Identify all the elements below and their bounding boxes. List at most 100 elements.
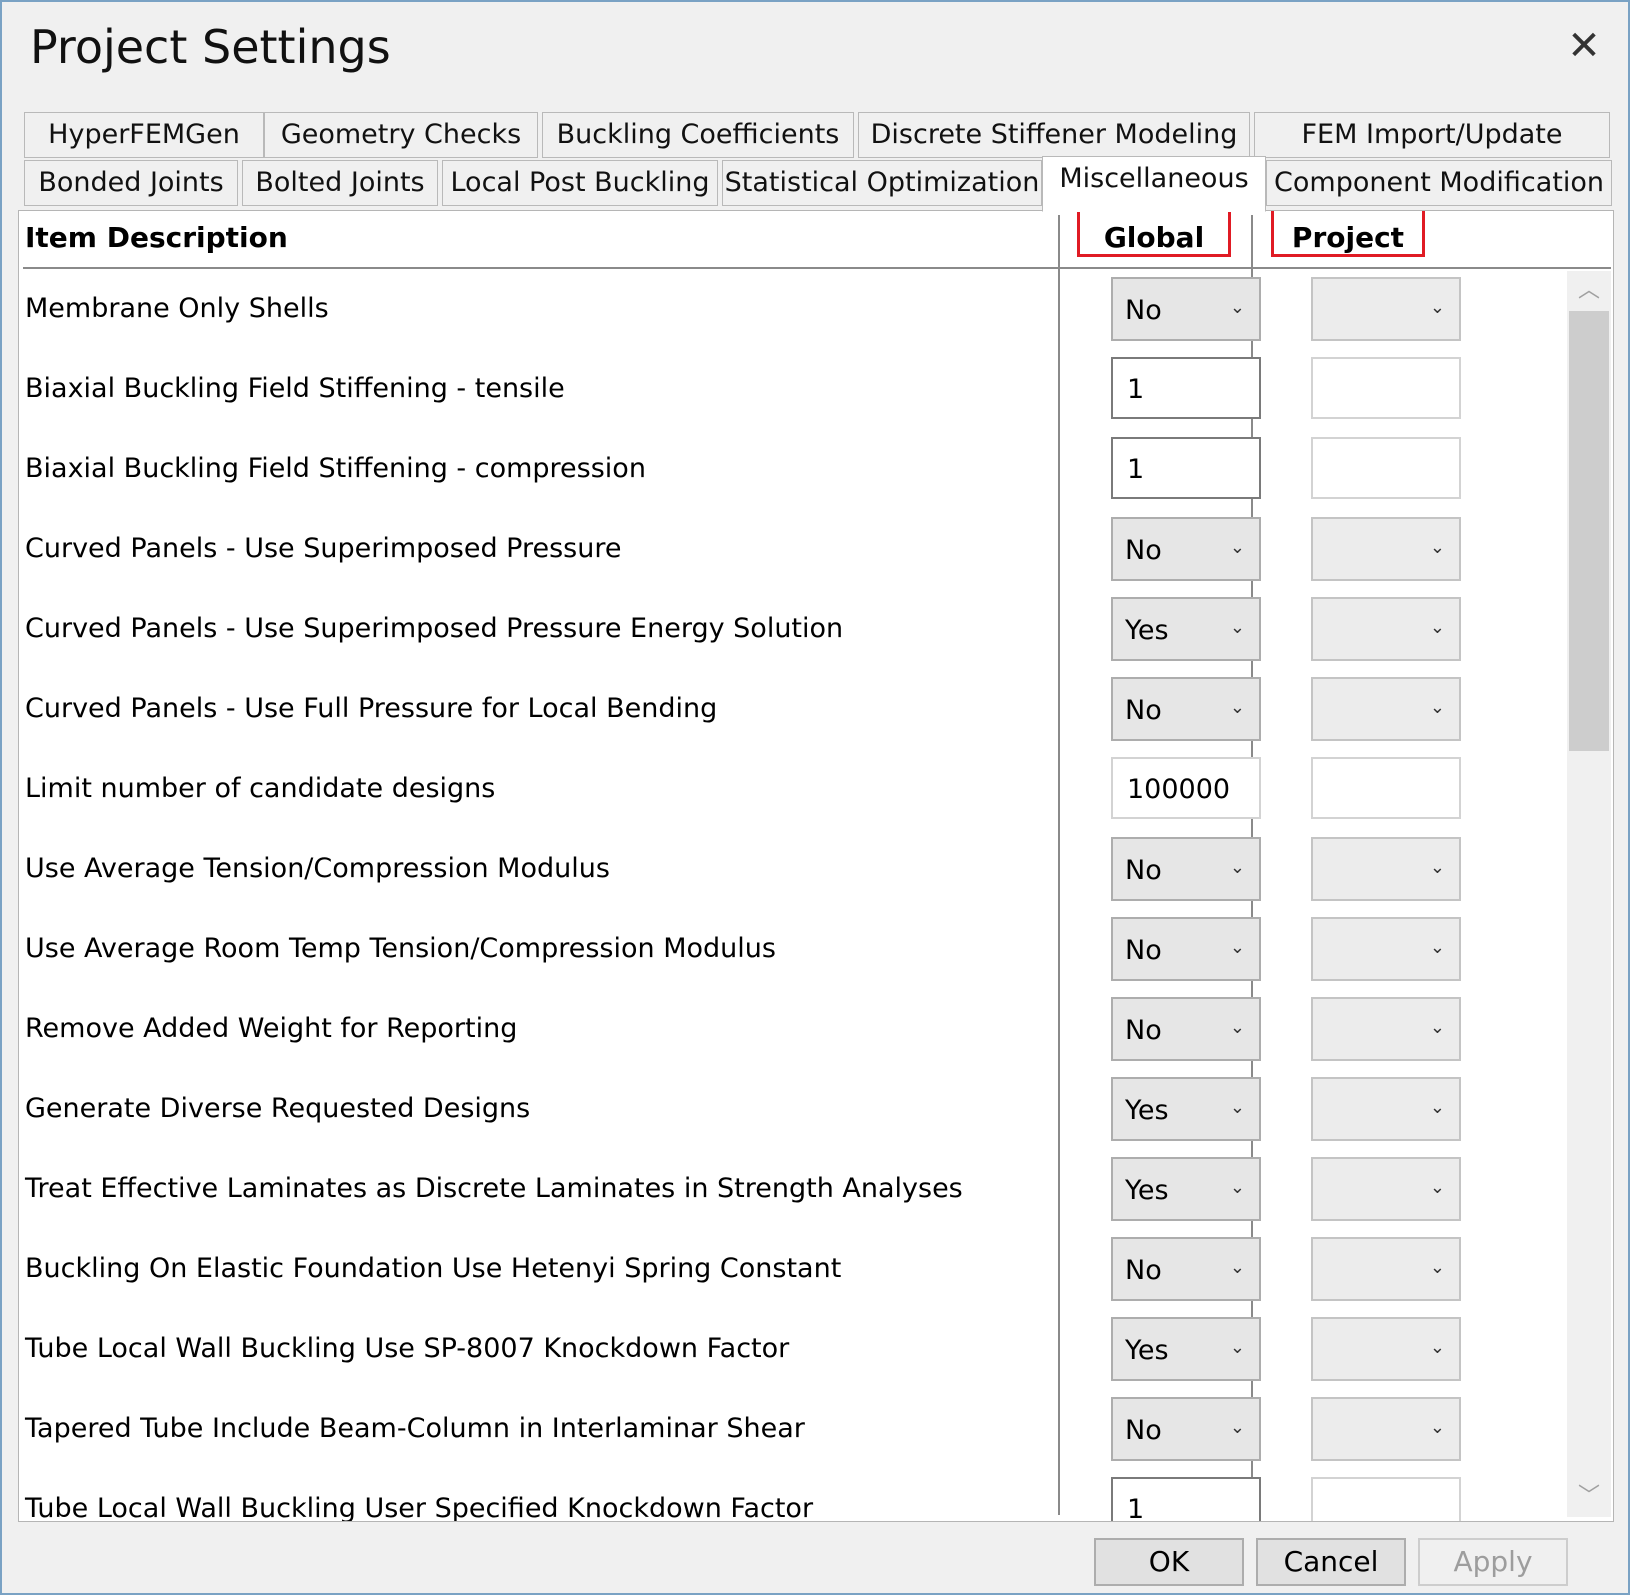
row-label: Remove Added Weight for Reporting [25,1013,518,1044]
chevron-down-icon: ⌄ [1229,1417,1245,1438]
global-text-field[interactable]: 1 [1111,1477,1261,1521]
project-dropdown[interactable]: ⌄ [1311,277,1461,341]
settings-row: Tube Local Wall Buckling User Specified … [19,1469,1559,1522]
chevron-down-icon: ⌄ [1429,1257,1445,1278]
chevron-down-icon: ⌄ [1229,1177,1245,1198]
vertical-scrollbar[interactable]: ︿ ﹀ [1567,271,1611,1517]
chevron-down-icon: ⌄ [1429,297,1445,318]
row-label: Membrane Only Shells [25,293,329,324]
ok-button[interactable]: OK [1094,1538,1244,1586]
chevron-down-icon: ⌄ [1229,697,1245,718]
tab-geometry-checks[interactable]: Geometry Checks [264,112,538,158]
row-label: Use Average Tension/Compression Modulus [25,853,610,884]
project-dropdown[interactable]: ⌄ [1311,837,1461,901]
global-dropdown[interactable]: No ⌄ [1111,837,1261,901]
chevron-down-icon: ⌄ [1229,537,1245,558]
global-dropdown[interactable]: No ⌄ [1111,277,1261,341]
global-dropdown[interactable]: Yes ⌄ [1111,1317,1261,1381]
settings-panel: Item Description Global Project Membrane… [18,210,1614,1522]
tab-fem-import-update[interactable]: FEM Import/Update [1254,112,1610,158]
project-dropdown[interactable]: ⌄ [1311,677,1461,741]
global-dropdown[interactable]: No ⌄ [1111,1397,1261,1461]
global-dropdown[interactable]: No ⌄ [1111,997,1261,1061]
global-dropdown[interactable]: No ⌄ [1111,517,1261,581]
tab-bolted-joints[interactable]: Bolted Joints [242,160,438,206]
project-dropdown[interactable]: ⌄ [1311,517,1461,581]
row-label: Buckling On Elastic Foundation Use Heten… [25,1253,842,1284]
tab-miscellaneous[interactable]: Miscellaneous [1042,156,1266,212]
chevron-down-icon: ⌄ [1429,937,1445,958]
global-text-value: 1 [1127,374,1145,405]
settings-row: Membrane Only Shells No ⌄ ⌄ [19,269,1559,349]
global-dropdown-value: No [1125,935,1162,966]
project-dropdown[interactable]: ⌄ [1311,1077,1461,1141]
chevron-down-icon: ⌄ [1429,1097,1445,1118]
settings-row: Generate Diverse Requested Designs Yes ⌄ ⌄ [19,1069,1559,1149]
row-label: Tube Local Wall Buckling User Specified … [25,1493,814,1522]
global-dropdown-value: No [1125,695,1162,726]
global-text-field[interactable]: 1 [1111,437,1261,499]
chevron-down-icon: ⌄ [1429,537,1445,558]
project-dropdown[interactable]: ⌄ [1311,597,1461,661]
global-dropdown-value: Yes [1125,1335,1169,1366]
row-label: Use Average Room Temp Tension/Compressio… [25,933,776,964]
project-text-field[interactable] [1311,757,1461,819]
global-dropdown[interactable]: No ⌄ [1111,917,1261,981]
cancel-button[interactable]: Cancel [1256,1538,1406,1586]
chevron-down-icon: ⌄ [1229,1097,1245,1118]
project-dropdown[interactable]: ⌄ [1311,1397,1461,1461]
global-dropdown[interactable]: No ⌄ [1111,1237,1261,1301]
settings-row: Tube Local Wall Buckling Use SP-8007 Kno… [19,1309,1559,1389]
tab-local-post-buckling[interactable]: Local Post Buckling [442,160,718,206]
project-text-field[interactable] [1311,437,1461,499]
scrollbar-thumb[interactable] [1569,311,1609,751]
chevron-up-icon[interactable]: ︿ [1567,271,1611,311]
settings-row: Remove Added Weight for Reporting No ⌄ ⌄ [19,989,1559,1069]
chevron-down-icon: ⌄ [1429,1177,1445,1198]
global-dropdown[interactable]: Yes ⌄ [1111,1077,1261,1141]
settings-row: Use Average Room Temp Tension/Compressio… [19,909,1559,989]
tab-buckling-coefficients[interactable]: Buckling Coefficients [542,112,854,158]
tab-statistical-optimization[interactable]: Statistical Optimization [722,160,1042,206]
chevron-down-icon[interactable]: ﹀ [1567,1477,1611,1517]
chevron-down-icon: ⌄ [1429,1417,1445,1438]
chevron-down-icon: ⌄ [1429,857,1445,878]
global-dropdown[interactable]: Yes ⌄ [1111,1157,1261,1221]
global-text-value: 100000 [1127,774,1231,805]
column-header-description: Item Description [25,221,288,254]
chevron-down-icon: ⌄ [1429,1017,1445,1038]
chevron-down-icon: ⌄ [1229,1337,1245,1358]
global-dropdown[interactable]: No ⌄ [1111,677,1261,741]
project-dropdown[interactable]: ⌄ [1311,1237,1461,1301]
global-text-field[interactable]: 1 [1111,357,1261,419]
row-label: Biaxial Buckling Field Stiffening - tens… [25,373,565,404]
global-dropdown-value: No [1125,1015,1162,1046]
settings-row: Tapered Tube Include Beam-Column in Inte… [19,1389,1559,1469]
tab-hyperfemgen[interactable]: HyperFEMGen [24,112,264,158]
chevron-down-icon: ⌄ [1229,857,1245,878]
chevron-down-icon: ⌄ [1229,1257,1245,1278]
close-icon[interactable]: ✕ [1562,24,1606,68]
project-settings-dialog: Project Settings ✕ HyperFEMGen Geometry C… [0,0,1630,1595]
project-text-field[interactable] [1311,1477,1461,1521]
global-text-field[interactable]: 100000 [1111,757,1261,819]
row-label: Curved Panels - Use Superimposed Pressur… [25,613,844,644]
global-dropdown-value: Yes [1125,1175,1169,1206]
chevron-down-icon: ⌄ [1229,617,1245,638]
global-dropdown-value: No [1125,1415,1162,1446]
apply-button[interactable]: Apply [1418,1538,1568,1586]
project-dropdown[interactable]: ⌄ [1311,917,1461,981]
project-dropdown[interactable]: ⌄ [1311,1157,1461,1221]
chevron-down-icon: ⌄ [1429,617,1445,638]
project-dropdown[interactable]: ⌄ [1311,997,1461,1061]
tab-discrete-stiffener-modeling[interactable]: Discrete Stiffener Modeling [858,112,1250,158]
settings-row: Biaxial Buckling Field Stiffening - tens… [19,349,1559,429]
global-text-value: 1 [1127,454,1145,485]
tab-component-modification[interactable]: Component Modification [1266,160,1612,206]
tab-bonded-joints[interactable]: Bonded Joints [24,160,238,206]
global-dropdown-value: No [1125,1255,1162,1286]
row-label: Curved Panels - Use Full Pressure for Lo… [25,693,718,724]
project-text-field[interactable] [1311,357,1461,419]
project-dropdown[interactable]: ⌄ [1311,1317,1461,1381]
global-dropdown[interactable]: Yes ⌄ [1111,597,1261,661]
